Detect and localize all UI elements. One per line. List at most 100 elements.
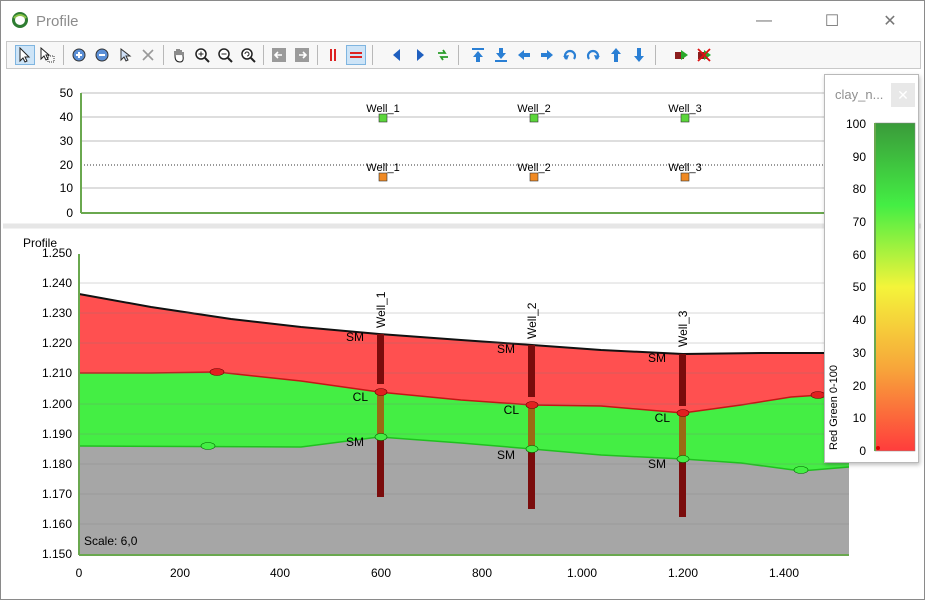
select-arrow-icon[interactable] — [15, 45, 35, 65]
profile-y-tick: 1.210 — [42, 366, 72, 380]
legend-tick: 100 — [846, 117, 866, 131]
profile-y-tick: 1.170 — [42, 487, 72, 501]
nav-back-icon[interactable] — [270, 46, 288, 64]
legend-tick: 50 — [853, 280, 867, 294]
move-up-icon[interactable] — [607, 46, 625, 64]
top-y-tick: 40 — [60, 110, 74, 124]
select-cursor-icon[interactable] — [116, 46, 134, 64]
arrow-left-icon[interactable] — [388, 46, 406, 64]
arrow-right-icon[interactable] — [411, 46, 429, 64]
profile-window: Profile — ☐ ✕ 50 40 30 20 10 0 Well_1 We… — [0, 0, 925, 600]
toolbar — [6, 41, 921, 69]
maximize-button[interactable]: ☐ — [809, 1, 855, 41]
export-icon[interactable] — [672, 46, 690, 64]
well-name: Well_2 — [525, 302, 539, 339]
top-chart-wells-upper: Well_1 Well_2 Well_3 — [366, 103, 702, 123]
profile-x-tick: 1.400 — [769, 566, 799, 580]
zoom-out-icon[interactable] — [216, 46, 234, 64]
top-y-tick: 50 — [60, 86, 74, 100]
move-right-icon[interactable] — [538, 46, 556, 64]
title-bar: Profile — ☐ ✕ — [1, 1, 924, 41]
legend-tick: 20 — [853, 379, 867, 393]
legend-tick: 80 — [853, 182, 867, 196]
charts-canvas: 50 40 30 20 10 0 Well_1 Well_2 Well_3 We… — [3, 86, 921, 580]
profile-x-tick: 800 — [472, 566, 492, 580]
redo-icon[interactable] — [584, 46, 602, 64]
boundary-node[interactable] — [209, 368, 225, 376]
profile-y-tick: 1.150 — [42, 547, 72, 561]
move-bottom-icon[interactable] — [492, 46, 510, 64]
top-y-tick: 10 — [60, 181, 74, 195]
layer-code: SM — [497, 342, 515, 356]
layer-code: CL — [504, 403, 520, 417]
zoom-in-icon[interactable] — [193, 46, 211, 64]
select-multi-icon[interactable] — [38, 46, 56, 64]
legend-tick: 40 — [853, 313, 867, 327]
legend-axis-label: Red Green 0-100 — [828, 365, 840, 450]
move-down-icon[interactable] — [630, 46, 648, 64]
zoom-layer-icon[interactable] — [70, 46, 88, 64]
minimize-button[interactable]: — — [741, 1, 787, 41]
well-marker-upper[interactable] — [529, 113, 539, 123]
boundary-node[interactable] — [810, 391, 826, 399]
layer-code: SM — [648, 457, 666, 471]
profile-y-tick: 1.180 — [42, 457, 72, 471]
legend-tick: 0 — [859, 444, 866, 458]
move-left-icon[interactable] — [515, 46, 533, 64]
layer-code: SM — [648, 351, 666, 365]
remove-export-icon[interactable] — [695, 46, 713, 64]
well-name: Well_3 — [676, 310, 690, 347]
top-chart-gridlines — [81, 92, 851, 189]
top-chart: 50 40 30 20 10 0 Well_1 Well_2 Well_3 We… — [3, 86, 921, 229]
profile-x-tick: 200 — [170, 566, 190, 580]
legend-panel: clay_n... ✕ 100 90 80 70 60 50 40 30 20 … — [824, 74, 919, 463]
pan-hand-icon[interactable] — [170, 46, 188, 64]
layer-code: CL — [353, 390, 369, 404]
well-marker-upper[interactable] — [378, 113, 388, 123]
profile-x-tick: 0 — [76, 566, 83, 580]
delete-icon[interactable] — [139, 46, 157, 64]
well-label: Well_2 — [517, 162, 550, 174]
layer-code: SM — [497, 448, 515, 462]
layer-code: CL — [655, 411, 671, 425]
well-marker-lower[interactable] — [680, 172, 690, 182]
move-top-icon[interactable] — [469, 46, 487, 64]
zoom-layer-select-icon[interactable] — [93, 46, 111, 64]
profile-y-tick: 1.250 — [42, 246, 72, 260]
legend-colorbar: 100 90 80 70 60 50 40 30 20 10 0 Red Gre… — [828, 117, 916, 458]
profile-y-ticks: 1.250 1.240 1.230 1.220 1.210 1.200 1.19… — [42, 246, 72, 561]
profile-x-tick: 1.200 — [668, 566, 698, 580]
legend-tick: 60 — [853, 248, 867, 262]
undo-icon[interactable] — [561, 46, 579, 64]
profile-y-tick: 1.200 — [42, 397, 72, 411]
profile-x-ticks: 0 200 400 600 800 1.000 1.200 1.400 — [76, 566, 800, 580]
legend-tick: 70 — [853, 215, 867, 229]
close-button[interactable]: ✕ — [867, 1, 913, 41]
profile-x-tick: 600 — [371, 566, 391, 580]
legend-tick: 10 — [853, 411, 867, 425]
top-y-tick: 30 — [60, 134, 74, 148]
profile-y-tick: 1.220 — [42, 336, 72, 350]
scale-label: Scale: 6,0 — [84, 534, 138, 548]
horizontal-marker-icon[interactable] — [346, 45, 366, 65]
top-y-tick: 0 — [66, 206, 73, 220]
well-marker-lower[interactable] — [529, 172, 539, 182]
boundary-node[interactable] — [793, 466, 809, 474]
refresh-icon[interactable] — [434, 46, 452, 64]
legend-tick: 30 — [853, 346, 867, 360]
zoom-extent-icon[interactable] — [239, 46, 257, 64]
profile-y-tick: 1.240 — [42, 276, 72, 290]
nav-forward-icon[interactable] — [293, 46, 311, 64]
profile-y-tick: 1.230 — [42, 306, 72, 320]
boundary-node[interactable] — [200, 442, 216, 450]
top-y-tick: 20 — [60, 158, 74, 172]
well-label: Well_1 — [366, 103, 399, 115]
well-label: Well_1 — [366, 162, 399, 174]
vertical-marker-icon[interactable] — [324, 46, 342, 64]
layer-code: SM — [346, 435, 364, 449]
well-marker-upper[interactable] — [680, 113, 690, 123]
well-marker-lower[interactable] — [378, 172, 388, 182]
profile-y-tick: 1.160 — [42, 517, 72, 531]
well-label: Well_2 — [517, 103, 550, 115]
layer-code: SM — [346, 330, 364, 344]
